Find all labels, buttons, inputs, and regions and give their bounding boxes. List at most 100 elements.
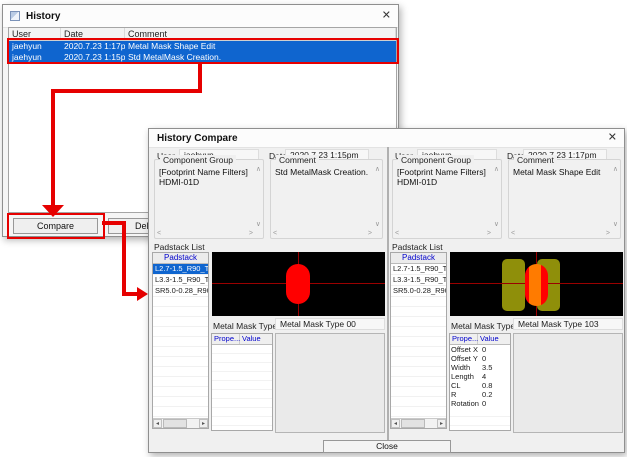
property-empty-rows: [450, 408, 510, 431]
arrow1-segment: [51, 89, 202, 93]
value-column-header[interactable]: Value: [478, 334, 510, 344]
property-name: Offset X: [450, 345, 480, 354]
component-group-line: HDMI-01D: [397, 177, 489, 187]
horizontal-scrollbar[interactable]: ◂ ▸: [391, 418, 446, 428]
property-name: Width: [450, 363, 480, 372]
mask-type-value: Metal Mask Type 00: [275, 318, 385, 330]
padstack-empty-rows: [391, 297, 446, 425]
padstack-column-header[interactable]: Padstack: [153, 253, 208, 264]
scroll-up-icon[interactable]: ∧: [613, 166, 618, 173]
scroll-right-icon[interactable]: >: [368, 230, 372, 237]
property-row[interactable]: Offset X 0: [450, 345, 510, 354]
padstack-row[interactable]: SR5.0-0.28_R90_T: [153, 286, 208, 297]
compare-titlebar[interactable]: History Compare ✕: [149, 129, 624, 148]
padstack-row[interactable]: L3.3-1.5_R90_T: [391, 275, 446, 286]
scrollbar-thumb[interactable]: [401, 419, 425, 428]
scroll-left-icon[interactable]: ◂: [153, 419, 162, 428]
property-value: 0: [480, 354, 510, 363]
scroll-left-icon[interactable]: <: [273, 230, 277, 237]
compare-panel-right: User jaehyun Date 2020.7.23 1:17pm Compo…: [388, 147, 625, 452]
column-header-comment[interactable]: Comment: [125, 28, 396, 40]
screen: History ✕ User Date Comment jaehyun 2020…: [0, 0, 627, 457]
scroll-up-icon[interactable]: ∧: [494, 166, 499, 173]
scroll-right-icon[interactable]: ▸: [437, 419, 446, 428]
property-row[interactable]: Offset Y 0: [450, 354, 510, 363]
scroll-right-icon[interactable]: >: [249, 230, 253, 237]
scroll-down-icon[interactable]: ∨: [613, 221, 618, 228]
value-column-header[interactable]: Value: [240, 334, 272, 344]
padstack-row[interactable]: L3.3-1.5_R90_T: [153, 275, 208, 286]
arrow2-head-icon: [137, 287, 148, 301]
property-name: Rotation: [450, 399, 480, 408]
component-group-label: Component Group: [160, 155, 236, 165]
padstack-column-header[interactable]: Padstack: [391, 253, 446, 264]
close-icon[interactable]: ✕: [608, 133, 617, 144]
scroll-up-icon[interactable]: ∧: [375, 166, 380, 173]
comment-box[interactable]: Comment Metal Mask Shape Edit ∧ ∨ < >: [508, 159, 621, 239]
property-column-header[interactable]: Prope...: [450, 334, 478, 344]
property-row[interactable]: Length 4: [450, 372, 510, 381]
scroll-right-icon[interactable]: ▸: [199, 419, 208, 428]
scroll-left-icon[interactable]: <: [395, 230, 399, 237]
property-name: R: [450, 390, 480, 399]
scroll-right-icon[interactable]: >: [487, 230, 491, 237]
property-value: 0: [480, 399, 510, 408]
history-table-header: User Date Comment: [9, 28, 396, 41]
padstack-row[interactable]: L2.7-1.5_R90_T: [153, 264, 208, 275]
horizontal-scrollbar[interactable]: ◂ ▸: [153, 418, 208, 428]
padstack-list-label: Padstack List: [392, 242, 443, 252]
compare-button[interactable]: Compare: [13, 218, 98, 234]
comment-box[interactable]: Comment Std MetalMask Creation. ∧ ∨ < >: [270, 159, 383, 239]
scroll-left-icon[interactable]: <: [511, 230, 515, 237]
padstack-list-label: Padstack List: [154, 242, 205, 252]
property-value: 0.8: [480, 381, 510, 390]
property-row[interactable]: Width 3.5: [450, 363, 510, 372]
arrow2-segment: [122, 221, 126, 296]
property-name: Offset Y: [450, 354, 480, 363]
property-name: CL: [450, 381, 480, 390]
property-empty-rows: [212, 345, 272, 431]
history-title: History: [26, 11, 60, 22]
scroll-down-icon[interactable]: ∨: [375, 221, 380, 228]
property-column-header[interactable]: Prope...: [212, 334, 240, 344]
pad-preview: [212, 252, 385, 316]
component-group-box[interactable]: Component Group [Footprint Name Filters]…: [392, 159, 502, 239]
property-row[interactable]: Rotation 0: [450, 399, 510, 408]
arrow1-head-icon: [42, 205, 64, 217]
history-titlebar[interactable]: History ✕: [3, 5, 398, 28]
scroll-right-icon[interactable]: >: [606, 230, 610, 237]
column-header-date[interactable]: Date: [61, 28, 125, 40]
padstack-row[interactable]: SR5.0-0.28_R90_T: [391, 286, 446, 297]
close-icon[interactable]: ✕: [382, 11, 391, 22]
scroll-left-icon[interactable]: <: [157, 230, 161, 237]
cell-date: 2020.7.23 1:17pm: [61, 41, 125, 52]
property-row[interactable]: CL 0.8: [450, 381, 510, 390]
detail-preview-placeholder: [275, 333, 385, 433]
property-value: 0: [480, 345, 510, 354]
window-icon: [10, 11, 20, 21]
component-group-box[interactable]: Component Group [Footprint Name Filters]…: [154, 159, 264, 239]
arrow2-segment: [122, 292, 138, 296]
pad-preview: [450, 252, 623, 316]
history-row-2[interactable]: jaehyun 2020.7.23 1:15pm Std MetalMask C…: [9, 52, 396, 63]
property-value: 0.2: [480, 390, 510, 399]
scroll-down-icon[interactable]: ∨: [494, 221, 499, 228]
close-button[interactable]: Close: [323, 440, 451, 453]
scrollbar-thumb[interactable]: [163, 419, 187, 428]
padstack-row[interactable]: L2.7-1.5_R90_T: [391, 264, 446, 275]
comment-label: Comment: [514, 155, 557, 165]
scroll-left-icon[interactable]: ◂: [391, 419, 400, 428]
property-row[interactable]: R 0.2: [450, 390, 510, 399]
scroll-down-icon[interactable]: ∨: [256, 221, 261, 228]
comment-label: Comment: [276, 155, 319, 165]
column-header-user[interactable]: User: [9, 28, 61, 40]
compare-panel-left: User jaehyun Date 2020.7.23 1:15pm Compo…: [151, 147, 388, 452]
history-row-1[interactable]: jaehyun 2020.7.23 1:17pm Metal Mask Shap…: [9, 41, 396, 52]
cell-date: 2020.7.23 1:15pm: [61, 52, 125, 63]
comment-text: Std MetalMask Creation.: [275, 167, 370, 177]
scroll-up-icon[interactable]: ∧: [256, 166, 261, 173]
property-value: 3.5: [480, 363, 510, 372]
property-table: Prope... Value Offset X 0 Offset Y 0 Wid…: [449, 333, 511, 431]
padstack-list: Padstack L2.7-1.5_R90_T L3.3-1.5_R90_T S…: [390, 252, 447, 429]
property-name: Length: [450, 372, 480, 381]
